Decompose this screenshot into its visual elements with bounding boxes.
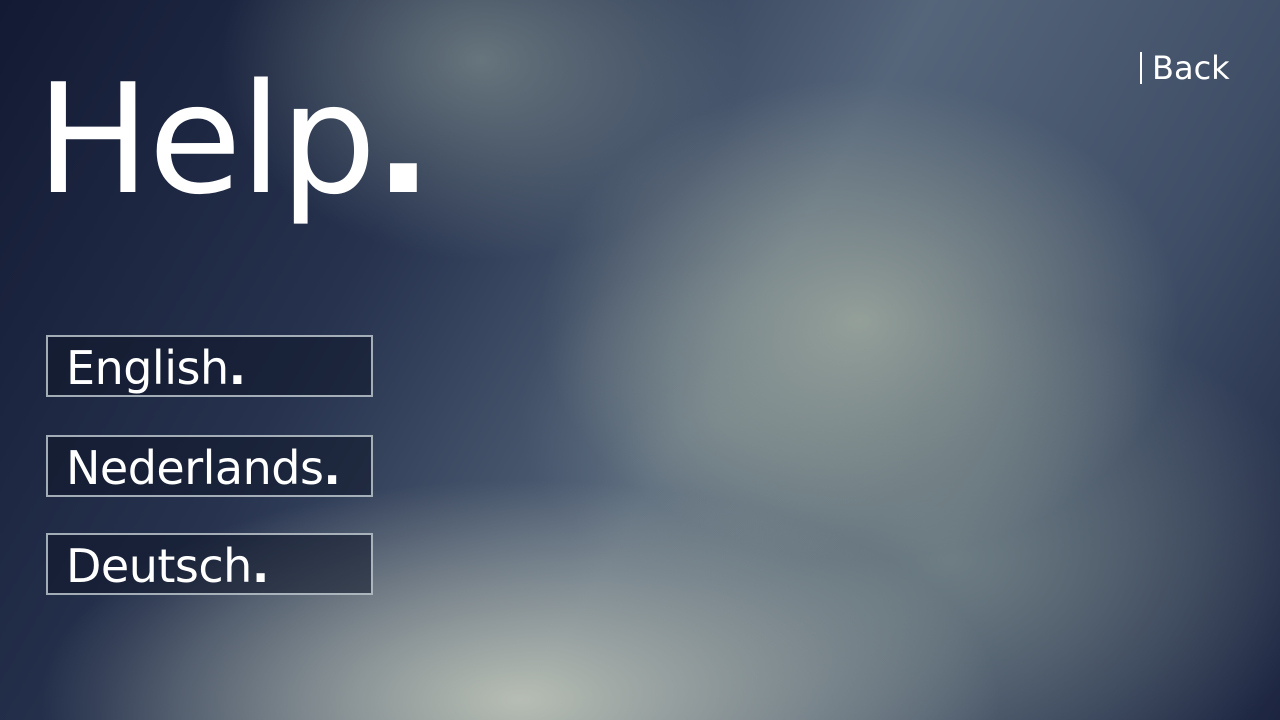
english-dot: . xyxy=(228,341,246,395)
nederlands-dot: . xyxy=(323,441,341,495)
nederlands-label: Nederlands. xyxy=(66,441,341,495)
page-title-text: Help xyxy=(36,51,377,228)
deutsch-dot: . xyxy=(251,539,269,593)
page-title: Help. xyxy=(36,64,432,216)
nederlands-button[interactable]: Nederlands. xyxy=(46,435,373,497)
deutsch-label: Deutsch. xyxy=(66,539,269,593)
help-screen: Help. Back English. Nederlands. Deutsch. xyxy=(0,0,1280,720)
deutsch-button[interactable]: Deutsch. xyxy=(46,533,373,595)
page-title-dot: . xyxy=(374,51,433,228)
back-button[interactable]: Back xyxy=(1140,52,1230,84)
english-label: English. xyxy=(66,341,246,395)
back-button-label: Back xyxy=(1152,49,1230,87)
english-button[interactable]: English. xyxy=(46,335,373,397)
